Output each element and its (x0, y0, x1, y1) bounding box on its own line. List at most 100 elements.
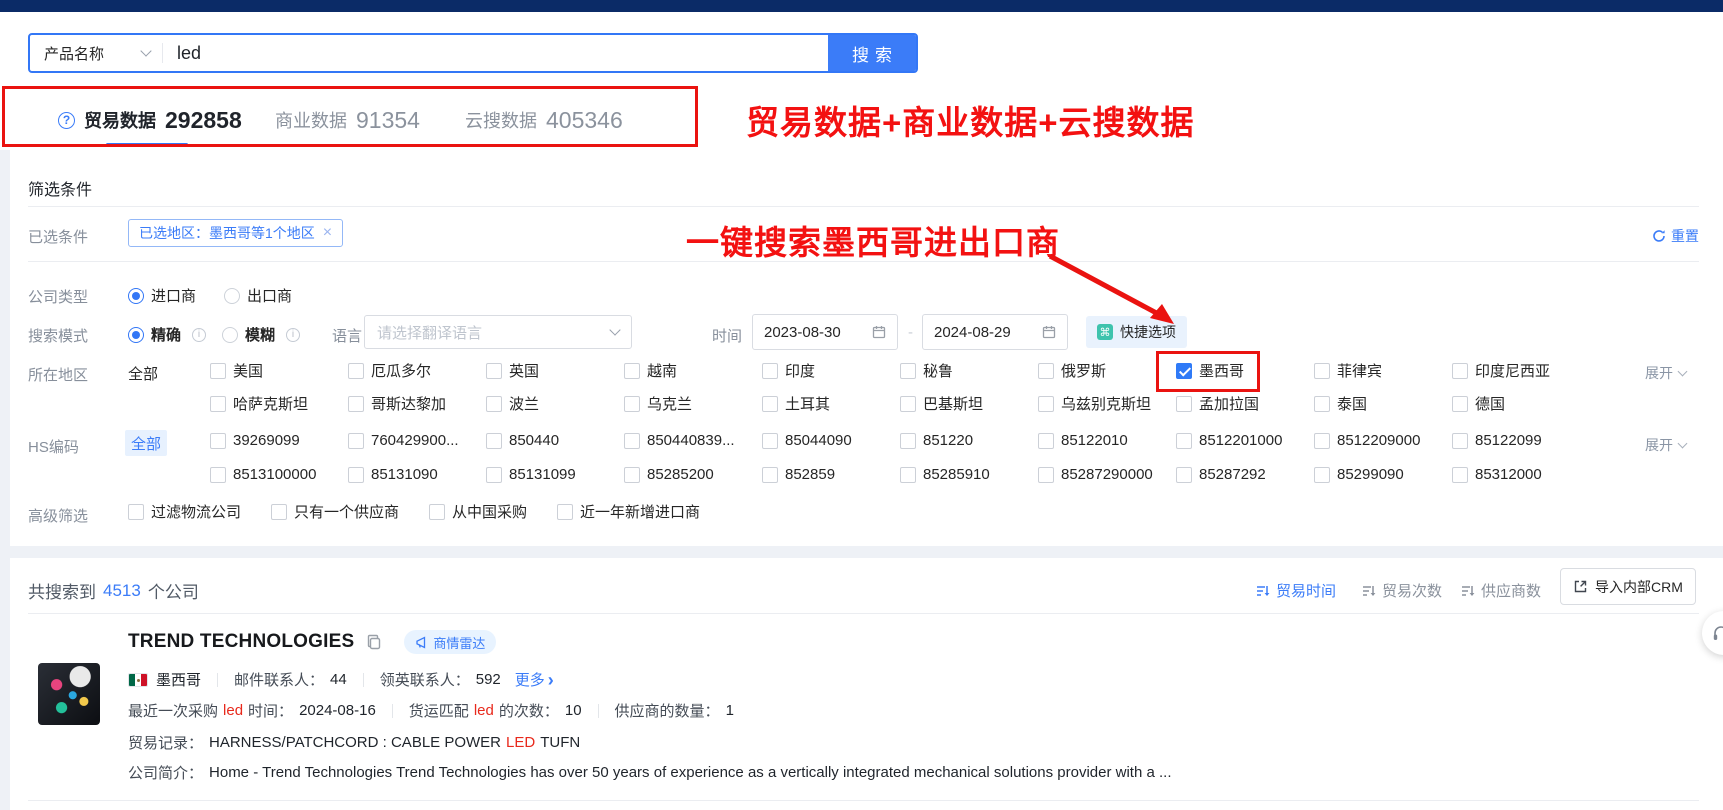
hs-checkbox[interactable]: 8512201000 (1176, 432, 1314, 449)
checkbox-label: 印度 (785, 360, 815, 381)
region-checkbox[interactable]: 乌克兰 (624, 393, 762, 414)
region-checkbox[interactable]: 孟加拉国 (1176, 393, 1314, 414)
region-checkbox[interactable]: 越南 (624, 360, 762, 381)
checkbox-icon (1452, 467, 1468, 483)
checkbox-icon (271, 504, 287, 520)
region-checkbox[interactable]: 印度尼西亚 (1452, 360, 1590, 381)
tab-cloud-search-data[interactable]: 云搜数据 405346 (465, 100, 623, 140)
region-checkbox[interactable]: 厄瓜多尔 (348, 360, 486, 381)
info-icon[interactable]: i (192, 328, 206, 342)
supplier-count-label: 供应商的数量： (615, 700, 720, 721)
hs-checkbox[interactable]: 850440 (486, 432, 624, 449)
region-checkbox[interactable]: 哥斯达黎加 (348, 393, 486, 414)
more-link[interactable]: 更多 › (515, 669, 554, 690)
hs-checkbox[interactable]: 85285200 (624, 466, 762, 483)
hs-checkbox[interactable]: 85285910 (900, 466, 1038, 483)
hs-checkbox[interactable]: 85299090 (1314, 466, 1452, 483)
hs-checkbox[interactable]: 850440839... (624, 432, 762, 449)
hs-checkbox[interactable]: 85131099 (486, 466, 624, 483)
import-crm-label: 导入内部CRM (1595, 577, 1683, 597)
hs-checkbox[interactable]: 852859 (762, 466, 900, 483)
region-checkbox[interactable]: 哈萨克斯坦 (210, 393, 348, 414)
advanced-checkbox[interactable]: 只有一个供应商 (271, 501, 399, 522)
checkbox-label: 乌克兰 (647, 393, 692, 414)
language-select[interactable]: 请选择翻译语言 (364, 315, 632, 349)
sort-icon (1256, 584, 1270, 598)
region-checkbox[interactable]: 英国 (486, 360, 624, 381)
radio-importer[interactable]: 进口商 (128, 285, 196, 306)
advanced-checkbox[interactable]: 从中国采购 (429, 501, 527, 522)
hs-checkbox[interactable]: 85287292 (1176, 466, 1314, 483)
search-input[interactable] (163, 35, 828, 71)
tab-label: 云搜数据 (465, 107, 537, 133)
divider (28, 613, 1699, 614)
close-icon[interactable]: × (323, 224, 332, 242)
checkbox-icon (1314, 467, 1330, 483)
checkbox-label: 过滤物流公司 (151, 501, 241, 522)
hs-checkbox[interactable]: 85044090 (762, 432, 900, 449)
region-checkbox[interactable]: 俄罗斯 (1038, 360, 1176, 381)
business-radar-badge[interactable]: 商情雷达 (404, 630, 496, 654)
radio-fuzzy[interactable]: 模糊 i (222, 324, 300, 345)
advanced-checkbox[interactable]: 过滤物流公司 (128, 501, 241, 522)
language-placeholder: 请选择翻译语言 (377, 322, 482, 343)
tab-trade-data[interactable]: ? 贸易数据 292858 (58, 100, 242, 140)
checkbox-label: 850440 (509, 432, 559, 449)
region-checkbox[interactable]: 乌兹别克斯坦 (1038, 393, 1176, 414)
hs-checkbox[interactable]: 8513100000 (210, 466, 348, 483)
checkbox-icon (1038, 396, 1054, 412)
region-checkbox[interactable]: 秘鲁 (900, 360, 1038, 381)
region-checkbox[interactable]: 美国 (210, 360, 348, 381)
selected-region-tag[interactable]: 已选地区：墨西哥等1个地区 × (128, 219, 343, 247)
hs-checkbox[interactable]: 85312000 (1452, 466, 1590, 483)
region-checkbox[interactable]: 印度 (762, 360, 900, 381)
checkbox-icon (210, 467, 226, 483)
hs-checkbox[interactable]: 39269099 (210, 432, 348, 449)
hs-expand-toggle[interactable]: 展开 (1645, 435, 1686, 455)
help-icon[interactable]: ? (58, 112, 75, 129)
checkbox-label: 85299090 (1337, 466, 1404, 483)
hs-all-chip[interactable]: 全部 (125, 430, 167, 456)
import-crm-button[interactable]: 导入内部CRM (1560, 568, 1696, 605)
hs-checkbox[interactable]: 8512209000 (1314, 432, 1452, 449)
sort-trade-count[interactable]: 贸易次数 (1362, 580, 1442, 601)
search-button[interactable]: 搜索 (828, 35, 916, 71)
hs-checkbox[interactable]: 85287290000 (1038, 466, 1176, 483)
hs-checkbox[interactable]: 760429900... (348, 432, 486, 449)
hs-checkbox[interactable]: 85122010 (1038, 432, 1176, 449)
annotation-arrow (1040, 248, 1190, 338)
region-checkbox[interactable]: 土耳其 (762, 393, 900, 414)
region-checkbox[interactable]: 菲律宾 (1314, 360, 1452, 381)
search-category-dropdown[interactable]: 产品名称 (30, 35, 162, 71)
checkbox-label: 近一年新增进口商 (580, 501, 700, 522)
region-checkbox[interactable]: 巴基斯坦 (900, 393, 1038, 414)
tab-business-data[interactable]: 商业数据 91354 (275, 100, 420, 140)
radio-label: 出口商 (247, 285, 292, 306)
copy-icon[interactable] (366, 634, 382, 650)
advanced-checkbox[interactable]: 近一年新增进口商 (557, 501, 700, 522)
sort-supplier-count[interactable]: 供应商数 (1461, 580, 1541, 601)
checkbox-icon (900, 396, 916, 412)
region-all-link[interactable]: 全部 (128, 363, 158, 384)
search-mode-label: 搜索模式 (28, 325, 88, 346)
info-icon[interactable]: i (286, 328, 300, 342)
hs-checkbox[interactable]: 85131090 (348, 466, 486, 483)
radio-exact[interactable]: 精确 i (128, 324, 206, 345)
hs-checkbox[interactable]: 851220 (900, 432, 1038, 449)
company-name[interactable]: TREND TECHNOLOGIES (128, 631, 354, 653)
checkbox-label: 85287292 (1199, 466, 1266, 483)
region-checkbox[interactable]: 泰国 (1314, 393, 1452, 414)
keyword-led: led (474, 702, 494, 719)
company-thumbnail[interactable] (38, 663, 100, 725)
region-checkbox[interactable]: 墨西哥 (1176, 360, 1314, 381)
region-expand-toggle[interactable]: 展开 (1645, 363, 1686, 383)
date-from-picker[interactable]: 2023-08-30 (752, 314, 898, 350)
sort-trade-time[interactable]: 贸易时间 (1256, 580, 1336, 601)
divider (363, 673, 364, 687)
hs-checkbox[interactable]: 85122099 (1452, 432, 1590, 449)
region-checkbox[interactable]: 波兰 (486, 393, 624, 414)
reset-button[interactable]: 重置 (1652, 226, 1699, 246)
radio-exporter[interactable]: 出口商 (224, 285, 292, 306)
checkbox-label: 85044090 (785, 432, 852, 449)
region-checkbox[interactable]: 德国 (1452, 393, 1590, 414)
